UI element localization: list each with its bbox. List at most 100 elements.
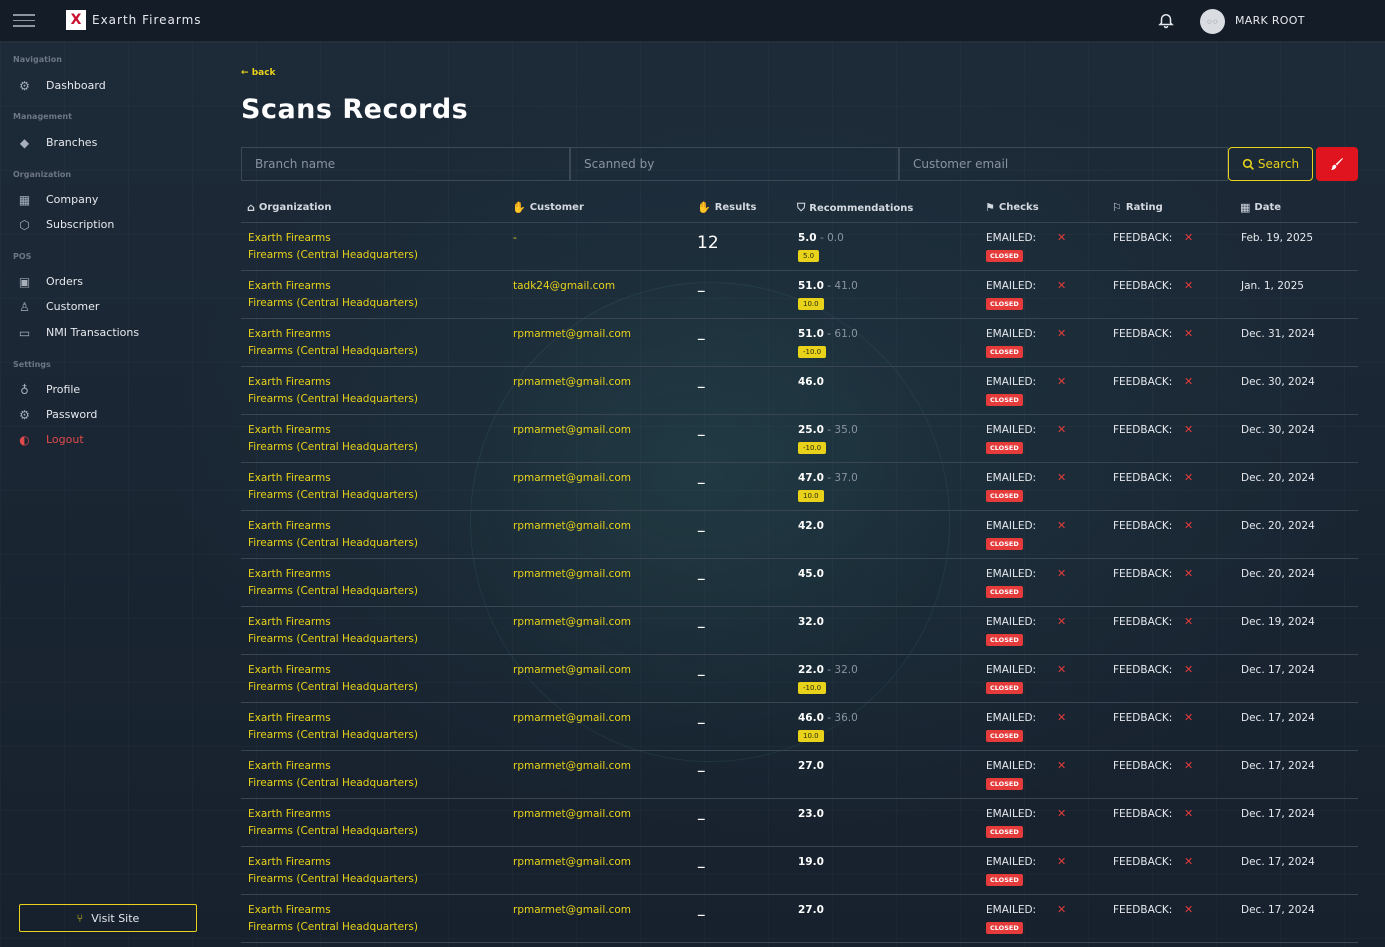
organization-link[interactable]: Exarth Firearms — [248, 520, 331, 532]
branch-link[interactable]: Firearms (Central Headquarters) — [248, 585, 418, 597]
organization-link[interactable]: Exarth Firearms — [248, 280, 331, 292]
customer-email[interactable]: rpmarmet@gmail.com — [513, 568, 631, 580]
branch-link[interactable]: Firearms (Central Headquarters) — [248, 297, 418, 309]
visit-site-button[interactable]: ⑂ Visit Site — [19, 904, 197, 932]
table-row[interactable]: Exarth Firearms Firearms (Central Headqua… — [241, 655, 1358, 703]
branch-name-input[interactable] — [241, 147, 570, 181]
emailed-label: EMAILED: — [986, 808, 1037, 820]
organization-link[interactable]: Exarth Firearms — [248, 664, 331, 676]
branch-link[interactable]: Firearms (Central Headquarters) — [248, 393, 418, 405]
column-rating[interactable]: ⚐ Rating — [1112, 201, 1163, 214]
customer-email[interactable]: rpmarmet@gmail.com — [513, 472, 631, 484]
branch-link[interactable]: Firearms (Central Headquarters) — [248, 777, 418, 789]
customer-email[interactable]: tadk24@gmail.com — [513, 280, 615, 292]
organization-link[interactable]: Exarth Firearms — [248, 808, 331, 820]
column-customer[interactable]: ✋ Customer — [512, 201, 584, 214]
organization-link[interactable]: Exarth Firearms — [248, 904, 331, 916]
close-icon: ✕ — [1184, 903, 1194, 916]
customer-email[interactable]: rpmarmet@gmail.com — [513, 712, 631, 724]
organization-link[interactable]: Exarth Firearms — [248, 376, 331, 388]
organization-link[interactable]: Exarth Firearms — [248, 232, 331, 244]
branch-link[interactable]: Firearms (Central Headquarters) — [248, 825, 418, 837]
branch-link[interactable]: Firearms (Central Headquarters) — [248, 537, 418, 549]
table-row[interactable]: Exarth Firearms Firearms (Central Headqua… — [241, 319, 1358, 367]
branch-link[interactable]: Firearms (Central Headquarters) — [248, 345, 418, 357]
customer-email[interactable]: rpmarmet@gmail.com — [513, 808, 631, 820]
branch-link[interactable]: Firearms (Central Headquarters) — [248, 489, 418, 501]
menu-icon[interactable] — [13, 14, 35, 28]
organization-link[interactable]: Exarth Firearms — [248, 568, 331, 580]
column-results[interactable]: ✋ Results — [697, 201, 756, 214]
sidebar-item-customer[interactable]: ♙ Customer — [17, 299, 99, 314]
recommendation-separator: - — [823, 472, 835, 484]
branch-link[interactable]: Firearms (Central Headquarters) — [248, 633, 418, 645]
table-row[interactable]: Exarth Firearms Firearms (Central Headqua… — [241, 607, 1358, 655]
close-icon: ✕ — [1057, 519, 1067, 532]
column-organization[interactable]: ⌂ Organization — [247, 201, 332, 214]
organization-link[interactable]: Exarth Firearms — [248, 328, 331, 340]
bell-icon[interactable] — [1157, 11, 1175, 29]
sidebar-item-nmi-transactions[interactable]: ▭ NMI Transactions — [17, 325, 139, 340]
customer-email[interactable]: rpmarmet@gmail.com — [513, 856, 631, 868]
feedback-label: FEEDBACK: — [1113, 280, 1173, 292]
sidebar-item-dashboard[interactable]: ⚙ Dashboard — [17, 78, 106, 93]
customer-email[interactable]: rpmarmet@gmail.com — [513, 520, 631, 532]
customer-email[interactable]: rpmarmet@gmail.com — [513, 904, 631, 916]
customer-email[interactable]: rpmarmet@gmail.com — [513, 424, 631, 436]
sidebar-item-logout[interactable]: ◐ Logout — [17, 432, 83, 447]
home-icon: ⌂ — [247, 201, 255, 214]
organization-link[interactable]: Exarth Firearms — [248, 472, 331, 484]
back-link[interactable]: ← back — [241, 68, 276, 78]
table-row[interactable]: Exarth Firearms Firearms (Central Headqua… — [241, 559, 1358, 607]
sidebar-item-subscription[interactable]: ⬡ Subscription — [17, 217, 114, 232]
customer-email[interactable]: rpmarmet@gmail.com — [513, 328, 631, 340]
clear-filters-button[interactable] — [1316, 147, 1358, 181]
customer-email[interactable]: rpmarmet@gmail.com — [513, 616, 631, 628]
customer-email-input[interactable] — [899, 147, 1228, 181]
avatar[interactable]: ○ ○ — [1200, 9, 1225, 34]
scanned-by-input[interactable] — [570, 147, 899, 181]
user-name[interactable]: MARK ROOT — [1235, 14, 1305, 27]
table-row[interactable]: Exarth Firearms Firearms (Central Headqua… — [241, 223, 1358, 271]
search-button[interactable]: Search — [1228, 147, 1313, 181]
table-row[interactable]: Exarth Firearms Firearms (Central Headqua… — [241, 463, 1358, 511]
sidebar-item-company[interactable]: ▦ Company — [17, 192, 99, 207]
organization-link[interactable]: Exarth Firearms — [248, 616, 331, 628]
branch-link[interactable]: Firearms (Central Headquarters) — [248, 249, 418, 261]
sidebar-item-profile[interactable]: ♁ Profile — [17, 382, 80, 397]
table-row[interactable]: Exarth Firearms Firearms (Central Headqua… — [241, 847, 1358, 895]
sidebar-item-branches[interactable]: ◆ Branches — [17, 135, 97, 150]
table-row[interactable]: Exarth Firearms Firearms (Central Headqua… — [241, 895, 1358, 943]
table-row[interactable]: Exarth Firearms Firearms (Central Headqua… — [241, 799, 1358, 847]
column-checks[interactable]: ⚑ Checks — [985, 201, 1039, 214]
branch-link[interactable]: Firearms (Central Headquarters) — [248, 729, 418, 741]
sidebar-item-orders[interactable]: ▣ Orders — [17, 274, 83, 289]
customer-email[interactable]: rpmarmet@gmail.com — [513, 376, 631, 388]
table-row[interactable]: Exarth Firearms Firearms (Central Headqua… — [241, 415, 1358, 463]
column-recommendations[interactable]: ⛉ Recommendations — [797, 201, 913, 215]
organization-link[interactable]: Exarth Firearms — [248, 760, 331, 772]
customer-email[interactable]: - — [513, 232, 517, 244]
table-row[interactable]: Exarth Firearms Firearms (Central Headqua… — [241, 751, 1358, 799]
customer-email[interactable]: rpmarmet@gmail.com — [513, 664, 631, 676]
sidebar-item-password[interactable]: ⚙ Password — [17, 407, 97, 422]
brand-logo[interactable]: X — [66, 10, 86, 30]
close-icon: ✕ — [1057, 903, 1067, 916]
customer-email[interactable]: rpmarmet@gmail.com — [513, 760, 631, 772]
branch-link[interactable]: Firearms (Central Headquarters) — [248, 441, 418, 453]
bag-icon: ▣ — [18, 274, 31, 289]
table-row[interactable]: Exarth Firearms Firearms (Central Headqua… — [241, 511, 1358, 559]
branch-link[interactable]: Firearms (Central Headquarters) — [248, 681, 418, 693]
brand-name[interactable]: Exarth Firearms — [92, 13, 202, 27]
organization-link[interactable]: Exarth Firearms — [248, 712, 331, 724]
close-icon: ✕ — [1057, 615, 1067, 628]
recommendation-current: 51.0 — [798, 280, 824, 292]
table-row[interactable]: Exarth Firearms Firearms (Central Headqua… — [241, 271, 1358, 319]
table-row[interactable]: Exarth Firearms Firearms (Central Headqua… — [241, 703, 1358, 751]
organization-link[interactable]: Exarth Firearms — [248, 856, 331, 868]
branch-link[interactable]: Firearms (Central Headquarters) — [248, 873, 418, 885]
table-row[interactable]: Exarth Firearms Firearms (Central Headqua… — [241, 367, 1358, 415]
organization-link[interactable]: Exarth Firearms — [248, 424, 331, 436]
column-date[interactable]: ▦ Date — [1240, 201, 1281, 214]
branch-link[interactable]: Firearms (Central Headquarters) — [248, 921, 418, 933]
